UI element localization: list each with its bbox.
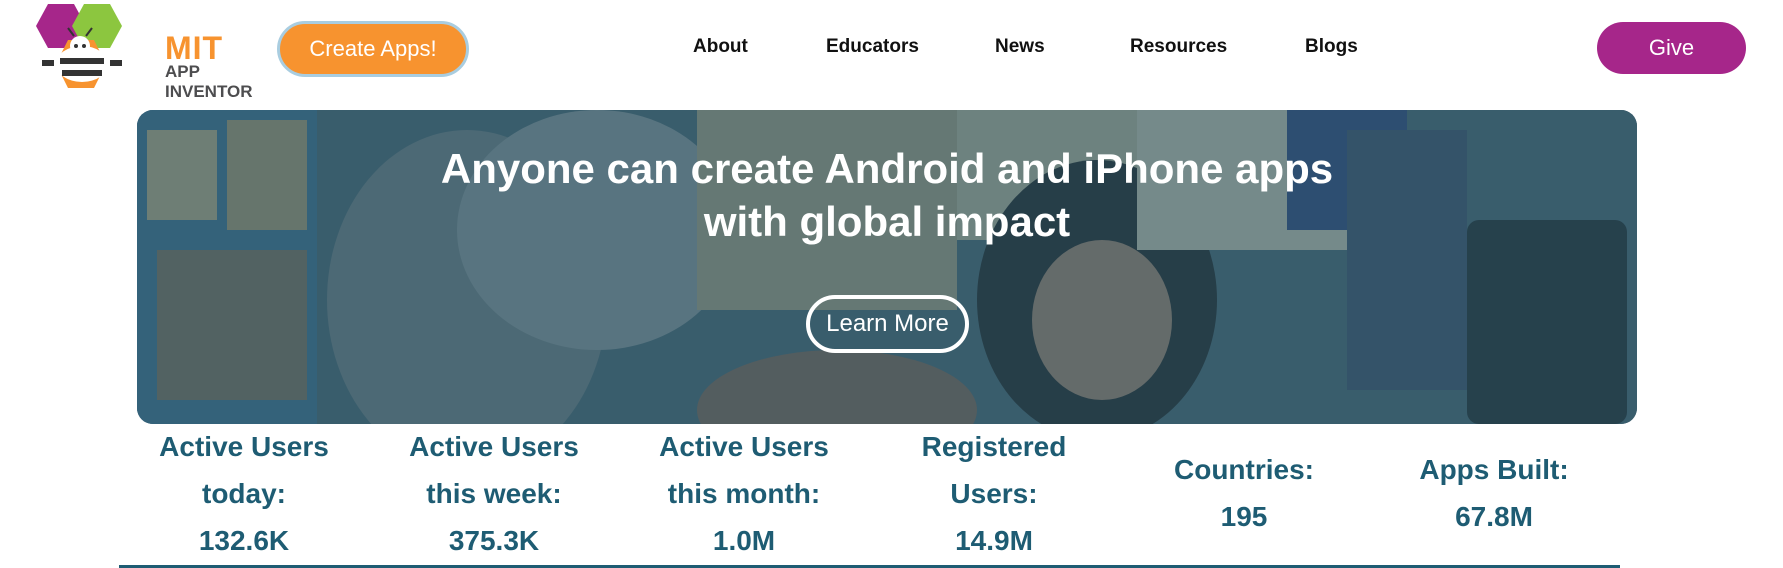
nav-educators[interactable]: Educators xyxy=(826,36,919,60)
create-apps-button[interactable]: Create Apps! xyxy=(277,21,469,77)
bee-logo-icon xyxy=(36,4,122,88)
stat-value: 1.0M xyxy=(712,525,776,556)
stat-label-line-1: Registered xyxy=(921,431,1067,462)
nav-about[interactable]: About xyxy=(693,36,748,60)
learn-more-button[interactable]: Learn More xyxy=(806,295,969,353)
nav-blogs[interactable]: Blogs xyxy=(1305,36,1358,60)
stat-label-line-2: today: xyxy=(202,478,286,509)
nav-resources[interactable]: Resources xyxy=(1130,36,1227,60)
stat-label-line-1: Active Users xyxy=(159,431,329,462)
stat-value: 132.6K xyxy=(198,525,290,556)
stat-label-line-2: this month: xyxy=(667,478,821,509)
mit-app-inventor-logo[interactable]: MIT APP INVENTOR xyxy=(22,2,282,101)
nav-news[interactable]: News xyxy=(995,36,1045,60)
stat-value: 67.8M xyxy=(1455,501,1533,532)
stat-countries: Countries: 195 xyxy=(1144,446,1344,540)
give-button[interactable]: Give xyxy=(1597,22,1746,74)
stat-label-line-1: Apps Built: xyxy=(1419,454,1569,485)
hero-title-line-1: Anyone can create Android and iPhone app… xyxy=(440,145,1334,192)
stat-value: 14.9M xyxy=(955,525,1033,556)
stat-value: 375.3K xyxy=(448,525,540,556)
stat-active-users-today: Active Users today: 132.6K xyxy=(144,423,344,564)
stat-label-line-2: Users: xyxy=(950,478,1038,509)
stat-label-line-1: Active Users xyxy=(409,431,579,462)
logo-subtitle: APP INVENTOR xyxy=(165,62,253,101)
stat-active-users-week: Active Users this week: 375.3K xyxy=(394,423,594,564)
hero-title-line-2: with global impact xyxy=(703,198,1071,245)
stat-label-line-1: Countries: xyxy=(1174,454,1314,485)
hero-banner: Anyone can create Android and iPhone app… xyxy=(137,110,1637,424)
stat-apps-built: Apps Built: 67.8M xyxy=(1394,446,1594,540)
stat-value: 195 xyxy=(1220,501,1268,532)
stat-label-line-1: Active Users xyxy=(659,431,829,462)
stat-label-line-2: this week: xyxy=(426,478,562,509)
stat-active-users-month: Active Users this month: 1.0M xyxy=(644,423,844,564)
stat-registered-users: Registered Users: 14.9M xyxy=(894,423,1094,564)
hero-title: Anyone can create Android and iPhone app… xyxy=(137,142,1637,248)
